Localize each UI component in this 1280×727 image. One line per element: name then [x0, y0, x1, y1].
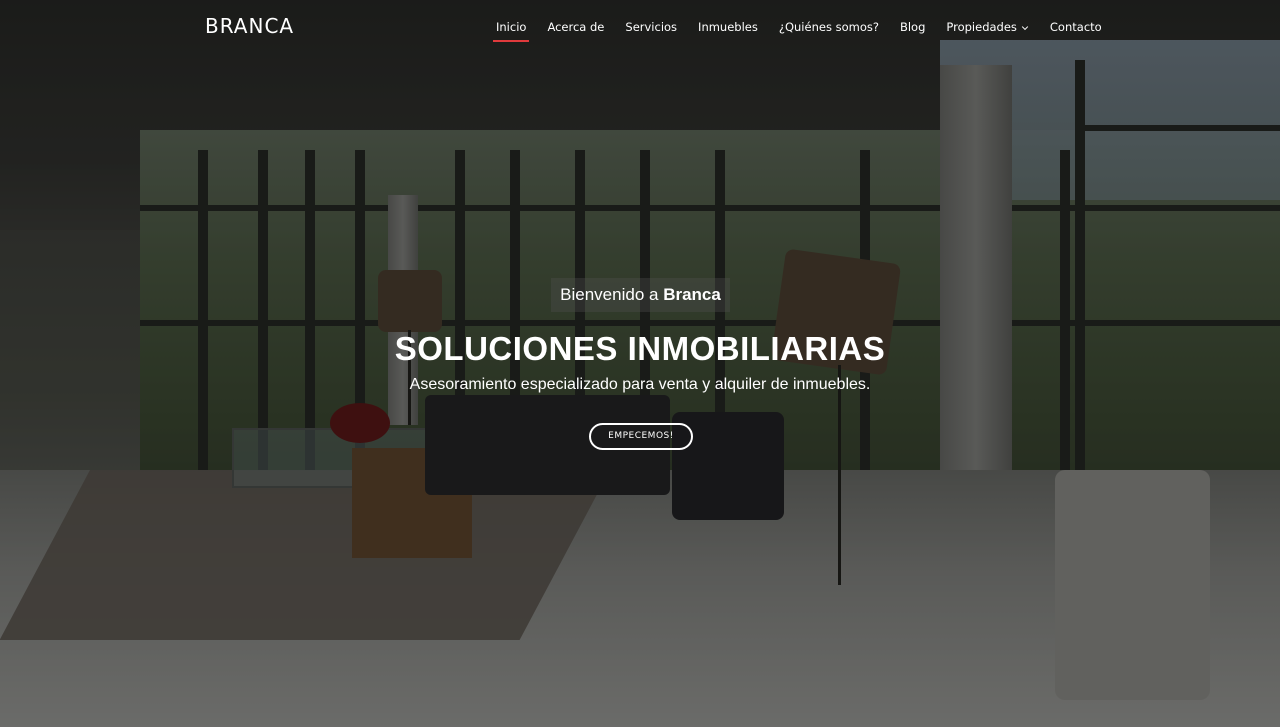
main-nav: Inicio Acerca de Servicios Inmuebles ¿Qu… — [492, 20, 1102, 42]
chevron-down-icon — [1021, 25, 1029, 30]
cta-button[interactable]: EMPECEMOS! — [589, 423, 693, 450]
nav-item-quienes-somos[interactable]: ¿Quiénes somos? — [779, 20, 879, 42]
nav-item-acerca-de[interactable]: Acerca de — [547, 20, 604, 42]
welcome-prefix: Bienvenido a — [560, 285, 659, 304]
brand-logo[interactable]: BRANCA — [205, 14, 294, 38]
nav-item-inmuebles[interactable]: Inmuebles — [698, 20, 758, 42]
hero-subtitle: Asesoramiento especializado para venta y… — [409, 376, 871, 393]
hero-title: SOLUCIONES INMOBILIARIAS — [394, 330, 886, 367]
nav-item-blog[interactable]: Blog — [900, 20, 925, 42]
nav-item-propiedades-label: Propiedades — [946, 20, 1017, 34]
nav-item-contacto[interactable]: Contacto — [1050, 20, 1102, 42]
welcome-badge: Bienvenido a Branca — [551, 278, 730, 312]
welcome-brand-name: Branca — [663, 285, 721, 304]
nav-item-propiedades[interactable]: Propiedades — [946, 20, 1029, 42]
navbar: BRANCA Inicio Acerca de Servicios Inmueb… — [0, 0, 1280, 54]
nav-item-servicios[interactable]: Servicios — [625, 20, 677, 42]
hero-section: Bienvenido a Branca SOLUCIONES INMOBILIA… — [0, 0, 1280, 727]
nav-item-inicio[interactable]: Inicio — [492, 20, 530, 42]
